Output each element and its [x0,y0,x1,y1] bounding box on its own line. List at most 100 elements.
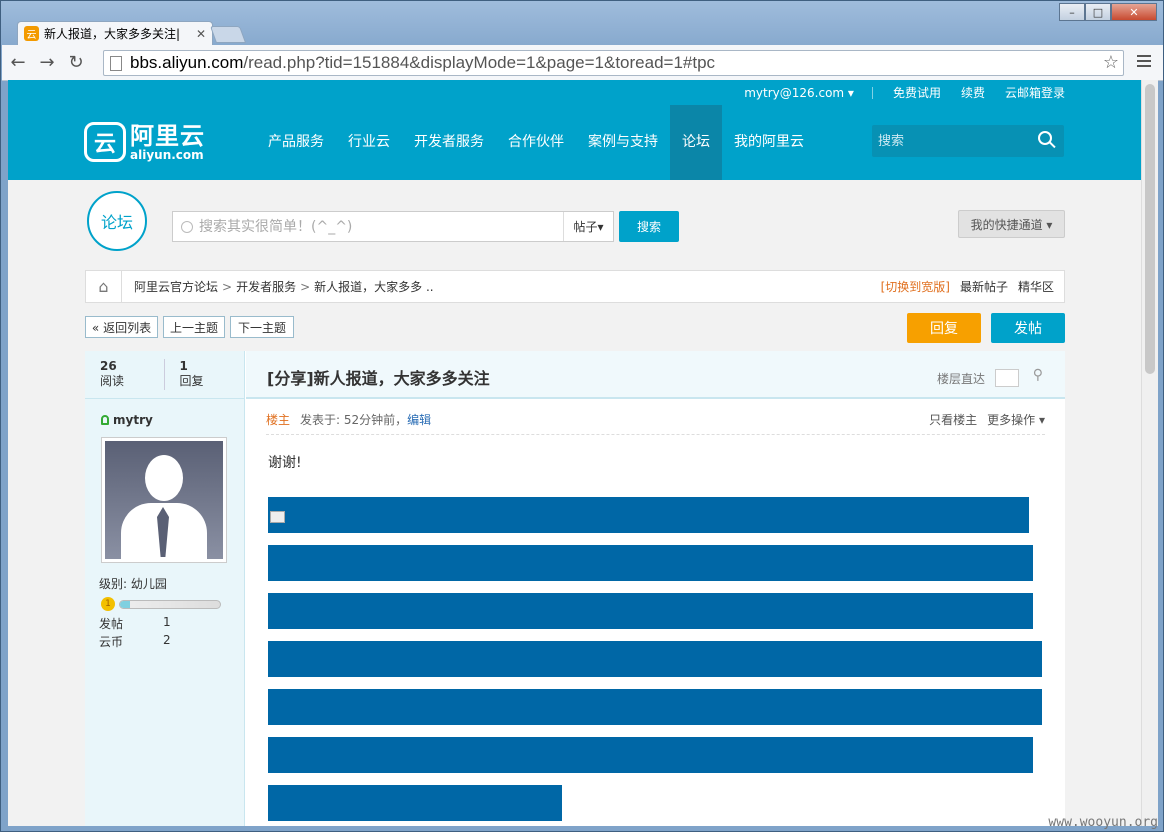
breadcrumb-forum[interactable]: 阿里云官方论坛 [134,278,218,295]
latest-posts-link[interactable]: 最新帖子 [960,278,1008,295]
edit-link[interactable]: 编辑 [407,411,431,434]
nav-forum[interactable]: 论坛 [670,105,722,180]
scrollbar-thumb[interactable] [1145,84,1155,374]
breadcrumb-thread[interactable]: 新人报道，大家多多 .. [314,278,433,295]
post-main: [分享]新人报道，大家多多关注 楼层直达 ⚲ 楼主 发表于: 52分钟前， 编辑… [246,351,1065,826]
minimize-button[interactable]: – [1059,3,1085,21]
post-text: 谢谢! [268,455,302,471]
browser-toolbar: ← → ↻ bbs.aliyun.com/read.php?tid=151884… [2,45,1163,81]
reply-button[interactable]: 回复 [907,313,981,343]
mail-login-link[interactable]: 云邮箱登录 [1005,84,1065,101]
post-time: 发表于: 52分钟前， [300,413,408,427]
site-header: 云 阿里云 aliyun.com 产品服务 行业云 开发者服务 合作伙伴 案例与… [8,105,1141,180]
forum-badge[interactable]: 论坛 [87,191,147,251]
magnifier-icon [181,220,193,233]
header-search-input[interactable] [872,125,1022,157]
nav-partners[interactable]: 合作伙伴 [496,105,576,180]
close-window-button[interactable]: ✕ [1111,3,1157,21]
browser-tab[interactable]: 云 新人报道，大家多多关注| ✕ [17,21,213,45]
owner-label: 楼主 [266,413,291,427]
top-bar: mytry@126.com ▾ 免费试用 续费 云邮箱登录 [8,80,1141,105]
search-type-select[interactable]: 帖子▾ [563,212,613,241]
author-level: 级别: 幼儿园 [99,577,167,591]
bookmark-star-icon[interactable]: ☆ [1103,52,1119,73]
nav-cases[interactable]: 案例与支持 [576,105,670,180]
author-panel: 26 阅读 1 回复 mytry 级别: 幼儿园 1 发帖 1 云币 2 [85,351,245,826]
new-tab-button[interactable] [209,26,247,43]
author-name[interactable]: mytry [101,413,153,427]
forum-search-button[interactable]: 搜索 [619,211,679,242]
content-block [268,641,1042,677]
thread-title-bar: [分享]新人报道，大家多多关注 楼层直达 ⚲ [246,351,1065,399]
more-actions-menu[interactable]: 更多操作 ▾ [987,411,1045,434]
logo-en: aliyun.com [130,148,204,162]
nav-industry[interactable]: 行业云 [336,105,402,180]
forward-arrow-icon[interactable]: → [34,50,60,76]
tab-title: 新人报道，大家多多关注| [44,27,181,41]
reload-icon[interactable]: ↻ [63,50,89,76]
aliyun-favicon-icon: 云 [24,26,39,41]
forum-search-input[interactable] [199,212,563,241]
page-icon [110,55,122,71]
next-topic-button[interactable]: 下一主题 [230,316,294,338]
main-nav: 产品服务 行业云 开发者服务 合作伙伴 案例与支持 论坛 我的阿里云 [256,105,816,180]
avatar[interactable] [101,437,227,563]
new-post-button[interactable]: 发帖 [991,313,1065,343]
replies-label: 回复 [179,374,204,388]
user-menu[interactable]: mytry@126.com ▾ [744,86,854,100]
free-trial-link[interactable]: 免费试用 [893,84,941,101]
only-owner-link[interactable]: 只看楼主 [929,411,977,434]
views-count: 26 [100,359,117,373]
forum-search: 帖子▾ [172,211,614,242]
content-block [268,593,1033,629]
content-block [268,689,1042,725]
search-icon[interactable] [1038,131,1052,145]
content-block [268,545,1033,581]
quick-channel-dropdown[interactable]: 我的快捷通道 ▾ [958,210,1065,238]
back-to-list-button[interactable]: « 返回列表 [85,316,158,338]
online-user-icon [101,415,109,425]
breadcrumb-developer[interactable]: 开发者服务 [236,278,296,295]
featured-link[interactable]: 精华区 [1018,278,1054,295]
cloud-logo-icon: 云 [84,122,126,162]
nav-my-aliyun[interactable]: 我的阿里云 [722,105,816,180]
floor-input[interactable] [995,369,1019,387]
aliyun-logo[interactable]: 云 阿里云 aliyun.com [84,122,205,162]
thread-title: [分享]新人报道，大家多多关注 [267,369,490,388]
thread-post: 26 阅读 1 回复 mytry 级别: 幼儿园 1 发帖 1 云币 2 [分享]新人报… [85,351,1065,826]
breadcrumb: ⌂ 阿里云官方论坛 > 开发者服务 > 新人报道，大家多多 .. [切换到宽版]… [85,270,1065,303]
url-text: bbs.aliyun.com/read.php?tid=151884&displ… [130,53,716,72]
content-block [268,785,562,821]
maximize-button[interactable]: □ [1085,3,1111,21]
close-tab-icon[interactable]: ✕ [196,27,206,41]
home-icon[interactable]: ⌂ [86,271,122,302]
content-block [268,497,1029,533]
replies-count: 1 [179,359,188,373]
logo-cn: 阿里云 [130,122,205,150]
level-progress: 1 [101,597,221,611]
views-label: 阅读 [100,374,125,388]
level-badge-icon: 1 [101,597,115,611]
header-search [872,125,1064,157]
renew-link[interactable]: 续费 [961,84,985,101]
browser-menu-icon[interactable] [1137,55,1151,70]
nav-developer[interactable]: 开发者服务 [402,105,496,180]
forum-bar: 论坛 帖子▾ 搜索 我的快捷通道 ▾ [8,180,1141,261]
post-meta: 楼主 发表于: 52分钟前， 编辑 只看楼主 更多操作 ▾ [266,411,1045,435]
page-viewport: mytry@126.com ▾ 免费试用 续费 云邮箱登录 云 阿里云 aliy… [8,80,1141,826]
scrollbar[interactable] [1141,80,1158,826]
nav-products[interactable]: 产品服务 [256,105,336,180]
address-bar[interactable]: bbs.aliyun.com/read.php?tid=151884&displ… [103,50,1124,76]
back-arrow-icon[interactable]: ← [5,50,31,76]
action-row: « 返回列表 上一主题 下一主题 回复 发帖 [85,313,1065,344]
switch-wide-link[interactable]: [切换到宽版] [881,278,950,295]
content-block [268,737,1033,773]
tab-strip: 云 新人报道，大家多多关注| ✕ – □ ✕ [1,1,1163,45]
author-coins: 云币 2 [99,633,171,649]
watermark: www.wooyun.org [1048,815,1158,830]
floor-jump: 楼层直达 [937,369,1019,387]
prev-topic-button[interactable]: 上一主题 [163,316,225,338]
thread-stats: 26 阅读 1 回复 [85,351,244,399]
link-icon[interactable]: ⚲ [1033,367,1043,383]
broken-image-icon [270,511,285,523]
